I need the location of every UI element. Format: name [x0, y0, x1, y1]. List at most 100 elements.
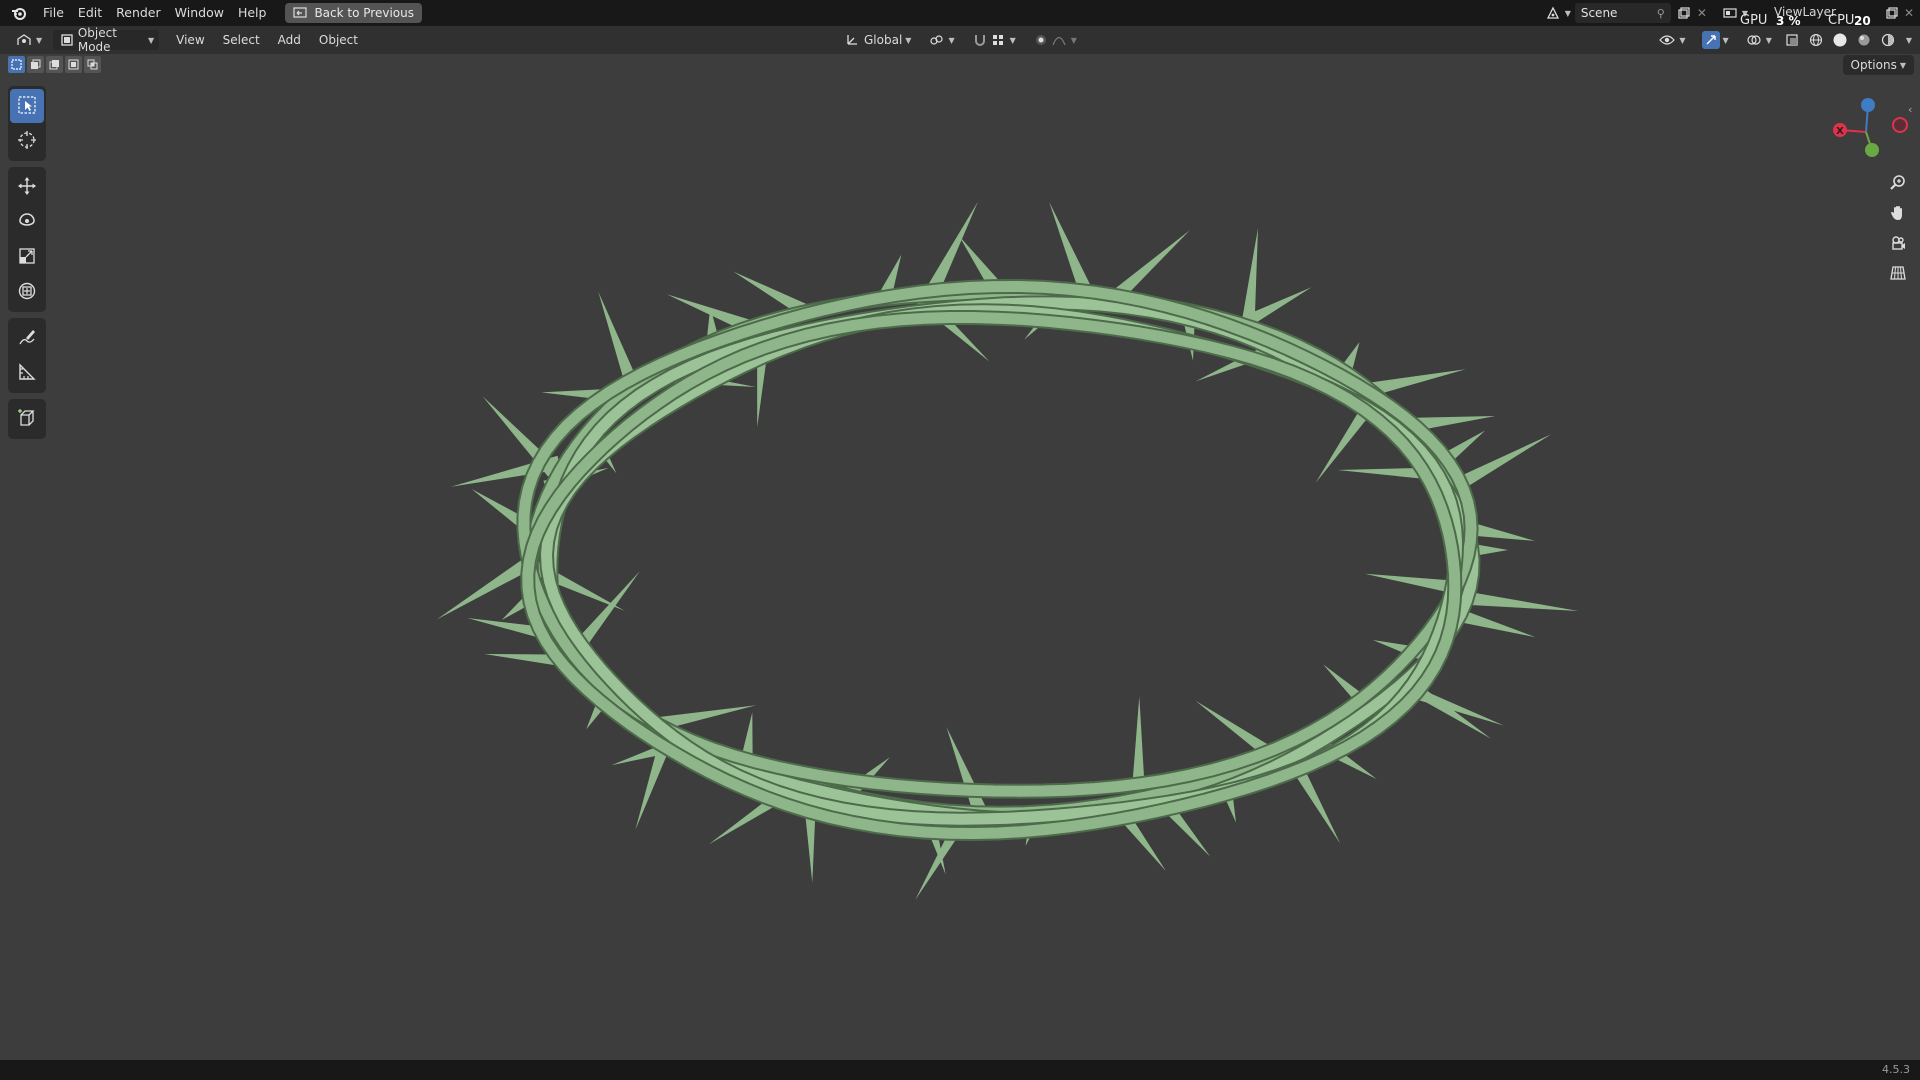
crown-of-thorns-model[interactable] — [360, 140, 1620, 1060]
solid-shading-icon[interactable] — [1831, 31, 1849, 49]
3d-viewport-icon — [15, 31, 33, 49]
options-dropdown[interactable]: Options ▼ — [1842, 55, 1914, 75]
snap-grid-icon[interactable] — [989, 31, 1007, 49]
chevron-down-icon: ▼ — [1009, 35, 1016, 45]
delete-view-layer-icon[interactable]: ✕ — [1900, 4, 1918, 22]
tool-group-annotate — [8, 318, 46, 393]
rotate-tool[interactable] — [10, 205, 44, 239]
select-invert-mode-button[interactable] — [65, 56, 82, 73]
perspective-toggle-button[interactable] — [1884, 260, 1912, 288]
measure-ruler-icon — [17, 362, 37, 385]
viewport-display-controls: ▼ ▼ ▼ ▼ — [1653, 30, 1912, 50]
scale-icon — [17, 246, 37, 269]
chevron-down-icon: ▼ — [1722, 35, 1729, 45]
model-vines — [516, 278, 1481, 842]
blender-logo-icon[interactable] — [8, 2, 30, 24]
thorn-spike — [1459, 590, 1579, 611]
gizmo-toggle[interactable]: ▼ — [1697, 30, 1734, 50]
select-new-mode-button[interactable] — [8, 56, 25, 73]
pivot-point-dropdown[interactable]: ▼ — [922, 30, 959, 50]
menu-edit[interactable]: Edit — [71, 3, 109, 23]
orientation-axes-icon — [843, 31, 861, 49]
zoom-button[interactable] — [1884, 170, 1912, 198]
menu-help[interactable]: Help — [231, 3, 274, 23]
pivot-icon — [927, 31, 945, 49]
overlays-icon — [1745, 31, 1763, 49]
camera-icon — [1889, 234, 1907, 255]
scene-selector[interactable]: ▼ Scene ⚲ ✕ — [1544, 3, 1711, 23]
menu-object[interactable]: Object — [310, 33, 367, 47]
transform-orientation-dropdown[interactable]: Global ▼ — [838, 30, 916, 50]
proportional-edit-toggle[interactable]: ▼ — [1027, 30, 1082, 50]
view-layer-icon — [1721, 4, 1739, 22]
editor-type-selector[interactable]: ▼ — [10, 30, 47, 50]
visibility-dropdown[interactable]: ▼ — [1653, 30, 1690, 50]
selection-mode-buttons — [8, 56, 101, 74]
wireframe-shading-icon[interactable] — [1807, 31, 1825, 49]
rotate-icon — [17, 211, 37, 234]
transform-tool[interactable] — [10, 275, 44, 309]
add-cube-icon — [17, 408, 37, 431]
add-cube-tool[interactable] — [10, 402, 44, 436]
new-view-layer-icon[interactable] — [1882, 4, 1900, 22]
chevron-down-icon[interactable]: ▼ — [1906, 36, 1912, 45]
delete-scene-icon[interactable]: ✕ — [1693, 4, 1711, 22]
top-menubar: File Edit Render Window Help Back to Pre… — [0, 0, 1920, 42]
cursor-tool[interactable] — [10, 124, 44, 158]
topbar-right: ▼ Scene ⚲ ✕ ▼ ViewLayer GPU 3 % CPU 20 % — [1544, 0, 1920, 42]
measure-tool[interactable] — [10, 356, 44, 390]
move-arrows-icon — [17, 176, 37, 199]
options-label: Options — [1850, 58, 1897, 72]
snap-toggle[interactable]: ▼ — [966, 30, 1021, 50]
magnet-icon — [971, 31, 989, 49]
chevron-down-icon: ▼ — [1899, 60, 1906, 70]
y-axis-handle — [1865, 143, 1879, 157]
scene-name-field[interactable]: Scene ⚲ — [1574, 3, 1671, 23]
menu-add[interactable]: Add — [269, 33, 310, 47]
overlays-toggle[interactable]: ▼ — [1740, 30, 1777, 50]
rendered-shading-icon[interactable] — [1879, 31, 1897, 49]
left-toolbar — [8, 86, 46, 445]
falloff-curve-icon[interactable] — [1050, 31, 1068, 49]
new-scene-icon[interactable] — [1675, 4, 1693, 22]
menu-render[interactable]: Render — [109, 3, 168, 23]
menu-file[interactable]: File — [36, 3, 71, 23]
back-to-previous-button[interactable]: Back to Previous — [285, 3, 422, 23]
scale-tool[interactable] — [10, 240, 44, 274]
view-layer-selector[interactable]: ▼ ViewLayer GPU 3 % CPU 20 % ✕ — [1721, 3, 1918, 42]
pin-icon[interactable]: ⚲ — [1657, 7, 1665, 20]
pan-button[interactable] — [1884, 200, 1912, 228]
select-box-tool[interactable] — [10, 89, 44, 123]
proportional-edit-icon — [1032, 31, 1050, 49]
cursor-crosshair-icon — [17, 130, 37, 153]
object-mode-dropdown[interactable]: Object Mode ▼ — [53, 26, 160, 54]
xray-toggle-icon[interactable] — [1783, 31, 1801, 49]
annotate-pencil-icon — [17, 327, 37, 350]
navigation-gizmo[interactable]: X — [1820, 92, 1910, 168]
tool-group-select — [8, 86, 46, 161]
zoom-magnifier-icon — [1889, 174, 1907, 195]
grid-perspective-icon — [1889, 264, 1907, 285]
gizmo-icon — [1701, 31, 1720, 49]
chevron-down-icon: ▼ — [148, 35, 155, 45]
eye-icon — [1658, 31, 1676, 49]
menu-window[interactable]: Window — [168, 3, 231, 23]
select-extend-mode-button[interactable] — [27, 56, 44, 73]
menu-view[interactable]: View — [167, 33, 213, 47]
chevron-down-icon: ▼ — [948, 35, 955, 45]
transform-icon — [17, 281, 37, 304]
material-preview-icon[interactable] — [1855, 31, 1873, 49]
chevron-down-icon: ▼ — [1070, 35, 1077, 45]
svg-text:X: X — [1836, 126, 1844, 137]
chevron-down-icon: ▼ — [1679, 35, 1686, 45]
camera-view-button[interactable] — [1884, 230, 1912, 258]
select-intersect-mode-button[interactable] — [84, 56, 101, 73]
hand-icon — [1889, 204, 1907, 225]
annotate-tool[interactable] — [10, 321, 44, 355]
menu-select[interactable]: Select — [214, 33, 269, 47]
move-tool[interactable] — [10, 170, 44, 204]
select-subtract-mode-button[interactable] — [46, 56, 63, 73]
viewport-header: ▼ Object Mode ▼ View Select Add Object G… — [0, 26, 1920, 54]
sidebar-toggle-chevron-icon[interactable]: ‹ — [1908, 103, 1912, 116]
chevron-down-icon: ▼ — [36, 35, 43, 45]
